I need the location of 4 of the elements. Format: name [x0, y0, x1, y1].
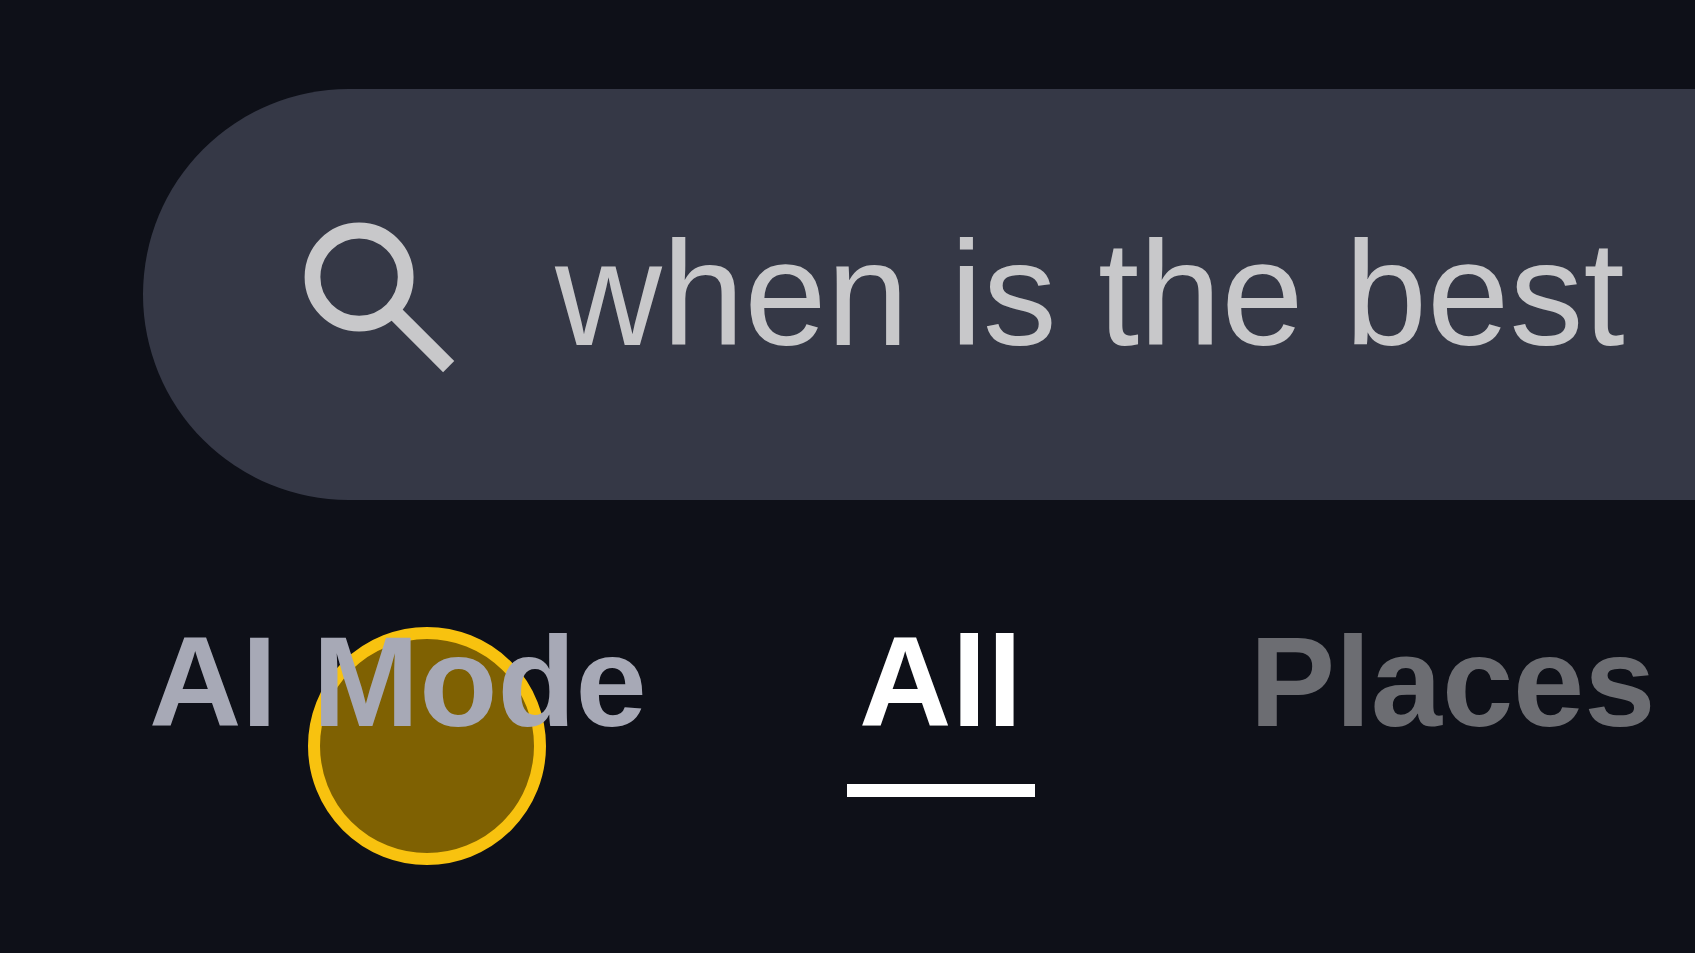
search-bar[interactable]: when is the best [143, 89, 1695, 500]
search-field[interactable]: when is the best [555, 213, 1625, 376]
tab[interactable]: Places [1249, 618, 1656, 746]
tab[interactable]: All [858, 618, 1023, 746]
